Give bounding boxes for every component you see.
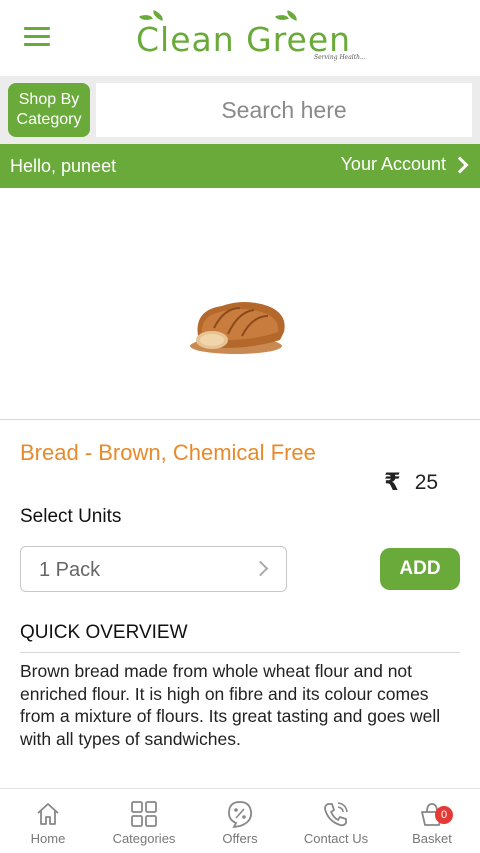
product-price: ₹ 25	[384, 468, 438, 497]
greeting-text: Hello, puneet	[10, 156, 117, 176]
add-button[interactable]: ADD	[380, 548, 460, 590]
greeting-bar: Hello, puneet Your Account	[0, 144, 480, 188]
your-account-link[interactable]: Your Account	[340, 154, 469, 175]
quick-overview-text: Brown bread made from whole wheat flour …	[20, 661, 441, 749]
home-icon	[37, 803, 59, 825]
select-units-label: Select Units	[20, 506, 122, 527]
shop-by-category-button[interactable]: Shop By Category	[8, 83, 90, 137]
divider	[20, 652, 460, 653]
nav-categories[interactable]: Categories	[96, 789, 192, 853]
nav-home-label: Home	[30, 831, 66, 846]
product-title: Bread - Brown, Chemical Free	[20, 440, 316, 465]
percent-badge-icon	[228, 801, 252, 828]
chevron-right-icon	[252, 560, 269, 577]
nav-contact-label: Contact Us	[303, 831, 369, 846]
basket-count-badge: 0	[435, 806, 453, 824]
account-label: Your Account	[340, 154, 446, 174]
app-header: Clean Green Serving Health...	[0, 0, 480, 76]
quick-overview-heading: QUICK OVERVIEW	[20, 622, 188, 643]
price-value: 25	[414, 470, 439, 494]
nav-home[interactable]: Home	[0, 789, 96, 853]
nav-offers-label: Offers	[222, 831, 258, 846]
chevron-right-icon	[451, 156, 469, 173]
brand-logo[interactable]: Clean Green Serving Health...	[136, 10, 376, 68]
nav-basket[interactable]: 0 Basket	[384, 789, 480, 853]
search-input[interactable]	[96, 83, 472, 137]
bread-image	[190, 302, 285, 354]
nav-basket-label: Basket	[412, 831, 452, 846]
nav-contact[interactable]: Contact Us	[288, 789, 384, 853]
unit-dropdown[interactable]: 1 Pack	[20, 546, 287, 592]
grid-icon	[131, 801, 157, 827]
bottom-nav: Home Categories Offers Contact Us 0 Bask…	[0, 788, 480, 853]
nav-offers[interactable]: Offers	[192, 789, 288, 853]
phone-icon	[324, 802, 348, 827]
nav-categories-label: Categories	[112, 831, 176, 846]
search-bar: Shop By Category	[0, 76, 480, 144]
product-image-area	[0, 188, 480, 420]
selected-unit: 1 Pack	[39, 559, 101, 581]
logo-tagline: Serving Health...	[314, 54, 366, 61]
rupee-icon: ₹	[384, 469, 401, 496]
menu-icon[interactable]	[24, 27, 50, 47]
